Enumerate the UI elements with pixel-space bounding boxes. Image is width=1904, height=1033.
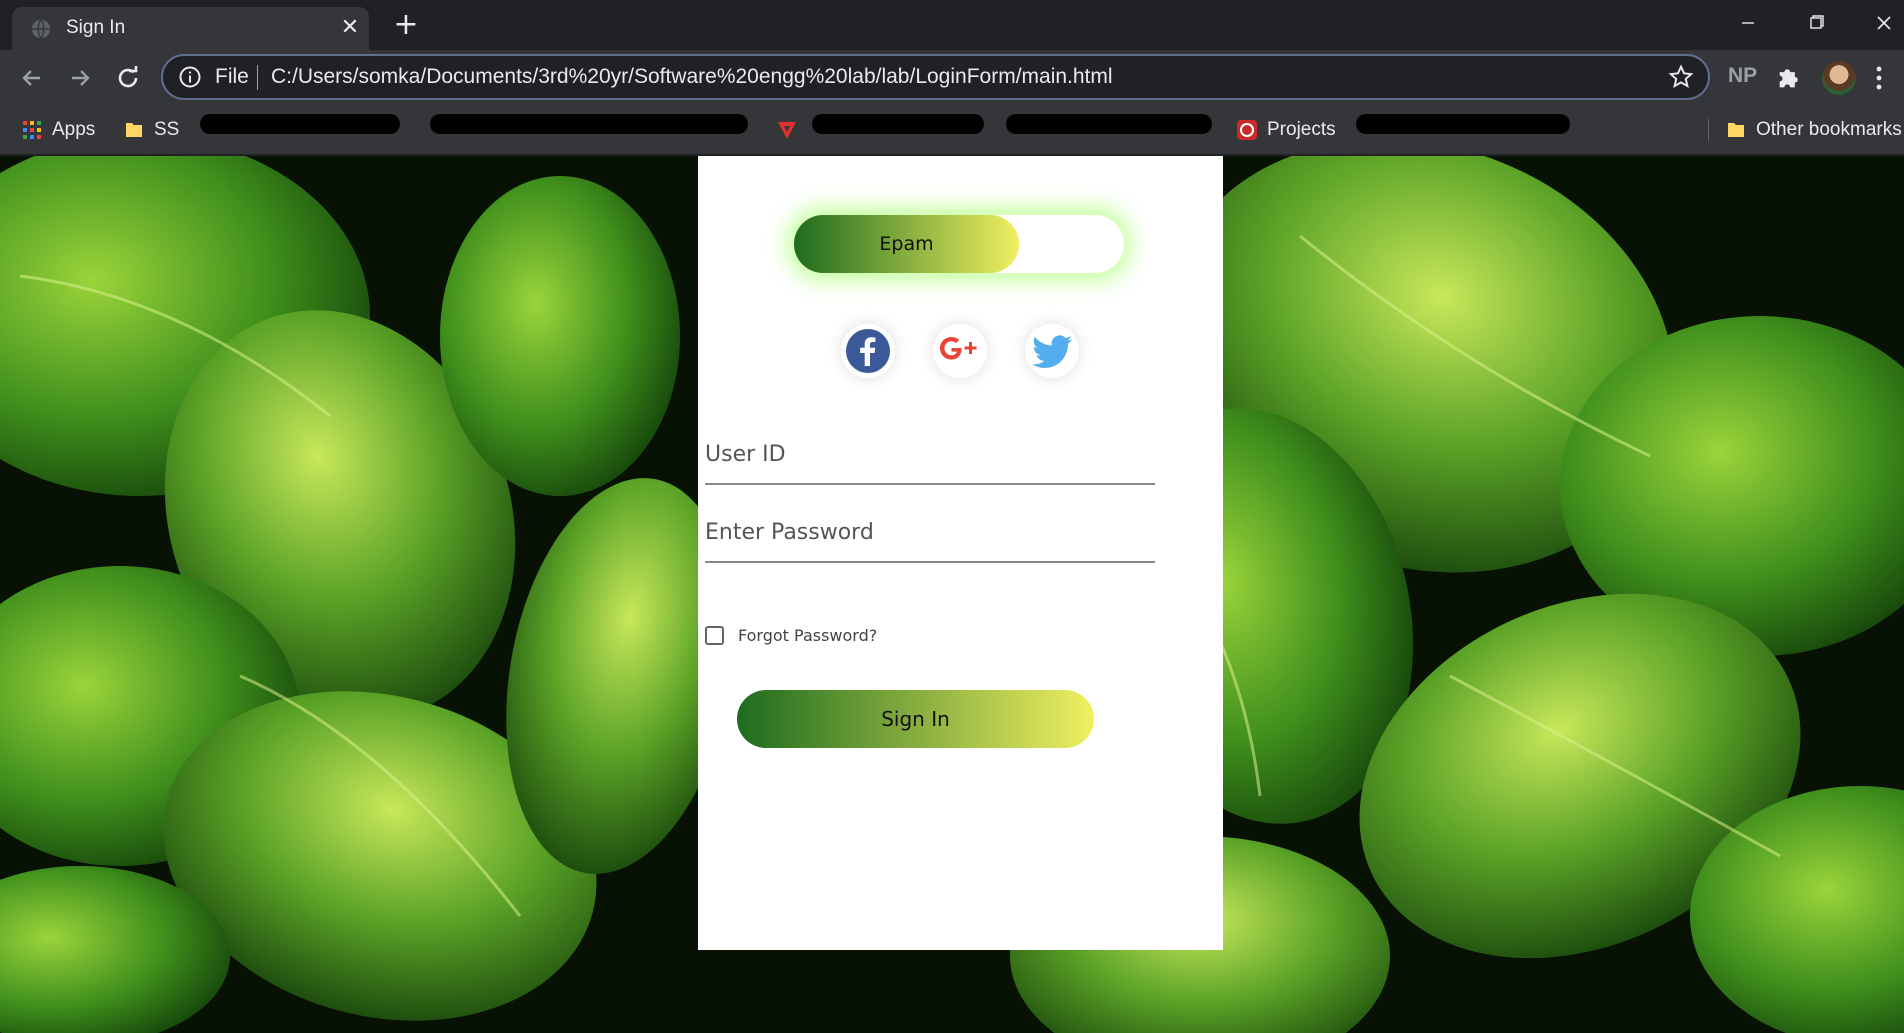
page-viewport: Epam Forgot Password? Sign In (0, 156, 1904, 1033)
red-triangle-bookmark-icon[interactable] (776, 119, 798, 141)
google-plus-button[interactable] (933, 324, 987, 378)
profile-avatar[interactable] (1822, 61, 1856, 95)
scheme-label: File (215, 65, 249, 88)
bookmark-other-label: Other bookmarks (1756, 119, 1902, 140)
close-window-icon[interactable] (1864, 8, 1904, 38)
bookmark-ss[interactable]: SS (124, 113, 179, 147)
close-tab-icon[interactable]: ✕ (338, 16, 362, 40)
toggle-active-option[interactable]: Epam (794, 215, 1019, 273)
more-menu-icon[interactable] (1874, 64, 1884, 92)
bookmark-apps-label: Apps (52, 119, 96, 140)
new-tab-button[interactable]: + (391, 10, 421, 40)
twitter-button[interactable] (1025, 324, 1079, 378)
forgot-password-label[interactable]: Forgot Password? (738, 626, 877, 645)
redacted-bookmark[interactable] (430, 114, 748, 134)
tab-title: Sign In (66, 17, 126, 38)
bookmark-projects[interactable]: Projects (1237, 113, 1336, 147)
minimize-window-icon[interactable] (1728, 8, 1768, 38)
login-card: Epam Forgot Password? Sign In (698, 156, 1223, 950)
password-input[interactable] (705, 503, 1155, 563)
forgot-password-checkbox[interactable] (705, 626, 724, 645)
forward-arrow-icon[interactable] (64, 62, 96, 94)
bookmark-apps[interactable]: Apps (22, 113, 95, 147)
facebook-icon (846, 329, 890, 373)
active-tab[interactable]: Sign In ✕ (12, 7, 369, 50)
bookmark-projects-label: Projects (1267, 119, 1336, 140)
restore-window-icon[interactable] (1796, 8, 1836, 38)
bookmark-other[interactable]: Other bookmarks (1726, 113, 1902, 147)
user-id-input[interactable] (705, 425, 1155, 485)
address-bar[interactable]: File C:/Users/somka/Documents/3rd%20yr/S… (161, 54, 1710, 100)
redacted-bookmark[interactable] (812, 114, 984, 134)
google-plus-icon (940, 337, 977, 360)
url-text[interactable]: C:/Users/somka/Documents/3rd%20yr/Softwa… (271, 65, 1113, 89)
browser-toolbar: File C:/Users/somka/Documents/3rd%20yr/S… (0, 50, 1904, 105)
sign-in-button[interactable]: Sign In (737, 690, 1094, 748)
folder-icon (1728, 123, 1744, 137)
projects-logo-icon (1237, 120, 1257, 140)
twitter-icon (1032, 335, 1072, 368)
extensions-puzzle-icon[interactable] (1775, 64, 1803, 92)
tab-strip: Sign In ✕ + (0, 0, 1904, 50)
bookmark-ss-label: SS (154, 119, 180, 140)
np-extension-badge[interactable]: NP (1728, 64, 1757, 88)
login-toggle[interactable]: Epam (794, 215, 1124, 273)
bookmark-star-icon[interactable] (1668, 64, 1694, 90)
folder-icon (126, 123, 142, 137)
bookmarks-divider (1708, 119, 1709, 141)
redacted-bookmark[interactable] (1356, 114, 1570, 134)
apps-grid-icon (23, 121, 41, 139)
redacted-bookmark[interactable] (200, 114, 400, 134)
address-separator (257, 65, 258, 90)
redacted-bookmark[interactable] (1006, 114, 1212, 134)
info-icon[interactable] (178, 65, 202, 89)
facebook-button[interactable] (841, 324, 895, 378)
back-arrow-icon[interactable] (16, 62, 48, 94)
reload-icon[interactable] (112, 62, 144, 94)
globe-icon (31, 19, 51, 39)
